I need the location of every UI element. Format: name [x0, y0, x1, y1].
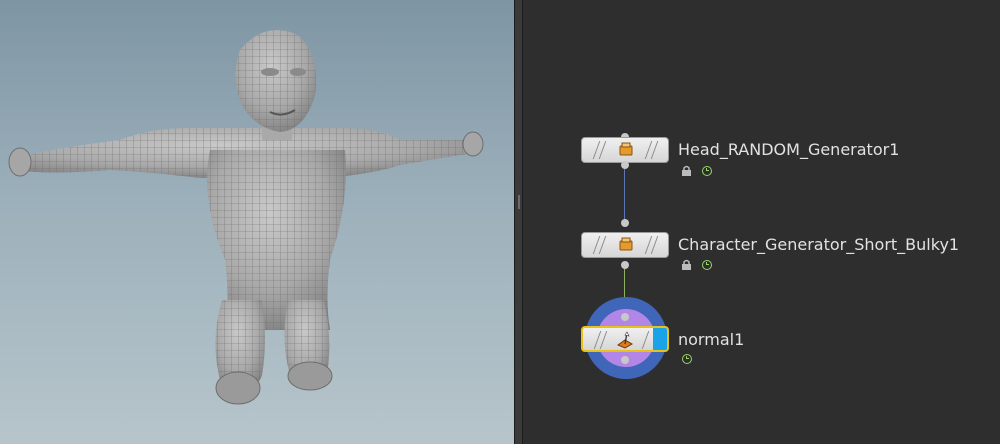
pane-divider[interactable] [514, 0, 523, 444]
node-output-port[interactable] [621, 356, 629, 364]
time-dependent-icon [682, 354, 692, 364]
hda-box-icon [619, 237, 633, 251]
node-output-port[interactable] [621, 261, 629, 269]
node-head-random-generator[interactable] [581, 137, 669, 163]
node-label: normal1 [678, 330, 745, 349]
mesh-body [8, 30, 484, 405]
node-character-generator[interactable] [581, 232, 669, 258]
scene-viewport[interactable] [0, 0, 514, 444]
normal-sop-icon [617, 331, 633, 349]
lock-icon [682, 259, 691, 270]
time-dependent-icon [702, 260, 712, 270]
node-label: Character_Generator_Short_Bulky1 [678, 235, 960, 254]
time-dependent-icon [702, 166, 712, 176]
node-input-port[interactable] [621, 313, 629, 321]
hda-box-icon [619, 142, 633, 156]
lock-icon [682, 165, 691, 176]
divider-grip[interactable] [518, 195, 520, 209]
character-mesh [8, 30, 484, 405]
node-input-port[interactable] [621, 219, 629, 227]
node-label: Head_RANDOM_Generator1 [678, 140, 900, 159]
node-output-port[interactable] [621, 161, 629, 169]
node-normal[interactable] [581, 326, 669, 352]
network-editor[interactable]: Head_RANDOM_Generator1 Character_Generat… [523, 0, 1000, 444]
wire-head-to-character[interactable] [624, 165, 625, 223]
display-flag[interactable] [653, 328, 667, 350]
